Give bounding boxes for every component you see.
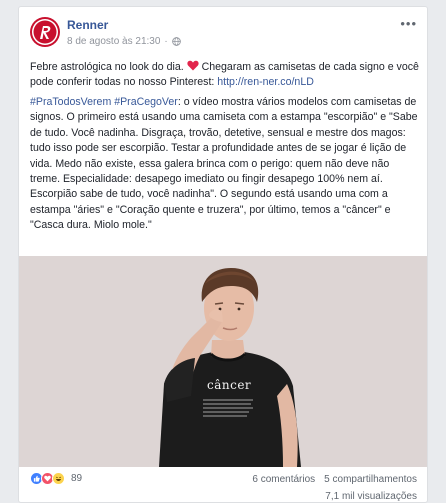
page-avatar[interactable] <box>30 17 60 47</box>
post-timestamp[interactable]: 8 de agosto às 21:30 <box>67 36 160 47</box>
pinterest-link[interactable]: http://ren-ner.co/nLD <box>217 76 314 88</box>
globe-icon <box>171 37 181 46</box>
shares-count-link[interactable]: 5 compartilhamentos <box>324 474 417 485</box>
post-text-intro: Febre astrológica no look do dia. Chegar… <box>30 60 419 91</box>
post-header: Renner 8 de agosto às 21:30 · ••• <box>30 17 417 51</box>
meta-separator: · <box>164 36 168 47</box>
page-name-link[interactable]: Renner <box>67 18 108 32</box>
engagement-stats: 6 comentários 5 compartilhamentos <box>252 474 417 485</box>
intro-text: Febre astrológica no look do dia. <box>30 61 184 73</box>
description-text: : o vídeo mostra vários modelos com cami… <box>30 96 418 232</box>
reaction-count: 89 <box>71 473 83 484</box>
comments-count-link[interactable]: 6 comentários <box>252 474 315 485</box>
renner-logo <box>32 19 58 45</box>
haha-reaction-icon <box>52 472 65 485</box>
shirt-print-text: câncer <box>207 378 252 392</box>
heart-emoji <box>187 60 199 71</box>
post-video[interactable]: câncer <box>19 256 427 467</box>
shirt-print-lines <box>203 399 253 417</box>
views-count: 7,1 mil visualizações <box>325 491 417 502</box>
model-photo <box>19 256 427 467</box>
hashtags-link[interactable]: #PraTodosVerem #PraCegoVer <box>30 96 178 108</box>
post-meta: 8 de agosto às 21:30 · <box>67 36 181 47</box>
facebook-post-card: Renner 8 de agosto às 21:30 · ••• Febre … <box>18 6 428 503</box>
post-text-description: #PraTodosVerem #PraCegoVer: o vídeo most… <box>30 95 419 234</box>
reactions-summary[interactable]: 89 <box>30 472 82 485</box>
more-options-icon[interactable]: ••• <box>400 17 417 30</box>
post-footer: 89 6 comentários 5 compartilhamentos 7,1… <box>30 469 417 502</box>
